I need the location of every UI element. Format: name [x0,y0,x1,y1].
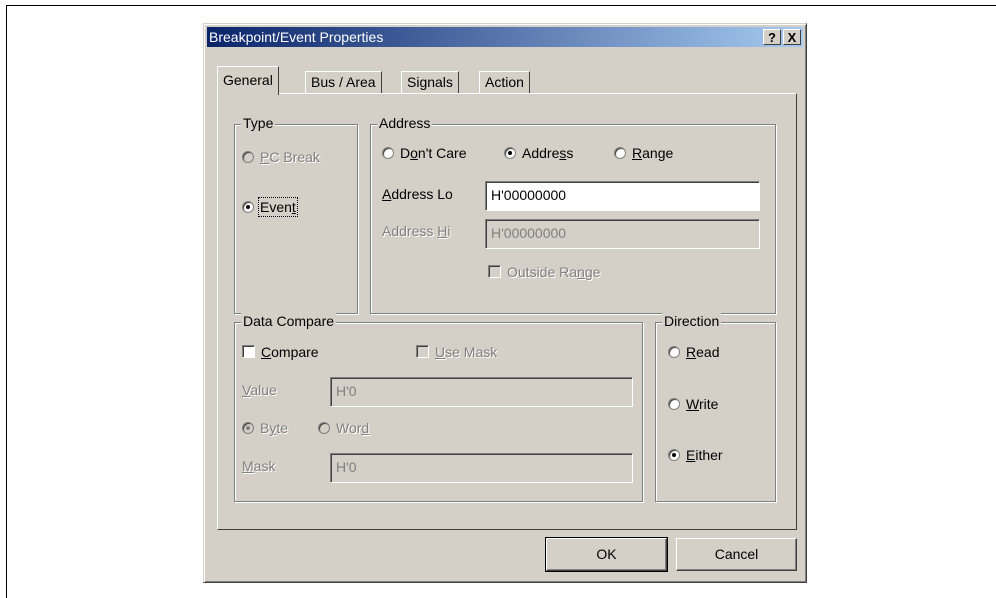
tab-signals-label: Signals [407,74,453,90]
outside-range-checkbox[interactable] [488,265,501,278]
address-radio-label: Address [522,145,574,161]
cancel-button[interactable]: Cancel [676,538,797,571]
range-radio[interactable] [614,147,626,159]
use-mask-label: Use Mask [435,344,498,360]
ok-button[interactable]: OK [545,537,668,572]
tab-action[interactable]: Action [479,71,530,93]
address-lo-input[interactable]: H'00000000 [485,181,760,211]
mask-input[interactable]: H'0 [330,453,633,483]
value-input[interactable]: H'0 [330,377,633,407]
page-frame-top [6,5,996,6]
close-button[interactable]: X [783,29,801,45]
dialog-title: Breakpoint/Event Properties [209,29,384,45]
read-radio[interactable] [668,346,680,358]
use-mask-checkbox[interactable] [416,345,429,358]
page-frame-left [6,5,7,598]
outside-range-label: Outside Range [507,264,601,280]
event-label: Event [258,197,298,217]
address-radio[interactable] [504,147,516,159]
pc-break-label: PC Break [260,149,320,165]
help-button[interactable]: ? [763,29,781,45]
address-hi-label: Address Hi [382,223,451,239]
tab-general-label: General [223,72,273,88]
dont-care-radio[interactable] [382,147,394,159]
dont-care-label: Don't Care [400,145,467,161]
data-compare-legend: Data Compare [241,313,337,329]
tab-bus-area-label: Bus / Area [311,74,376,90]
range-label: Range [632,145,674,161]
address-lo-label: Address Lo [382,186,453,202]
write-radio[interactable] [668,398,680,410]
breakpoint-event-dialog: Breakpoint/Event Properties ? X General … [203,23,807,583]
byte-label: Byte [260,420,289,436]
address-group-legend: Address [377,115,433,131]
word-label: Word [336,420,370,436]
either-label: Either [686,447,723,463]
either-radio[interactable] [668,449,680,461]
tab-action-label: Action [485,74,524,90]
value-label: Value [242,382,277,398]
byte-radio[interactable] [242,422,254,434]
compare-checkbox[interactable] [242,345,255,358]
read-label: Read [686,344,720,360]
direction-legend: Direction [662,313,722,329]
title-bar[interactable]: Breakpoint/Event Properties [207,27,803,47]
mask-label: Mask [242,458,276,474]
write-label: Write [686,396,719,412]
tab-signals[interactable]: Signals [401,71,459,93]
tab-general[interactable]: General [217,66,279,95]
type-group-legend: Type [241,115,276,131]
address-hi-input[interactable]: H'00000000 [485,219,760,249]
word-radio[interactable] [318,422,330,434]
compare-label: Compare [261,344,319,360]
tab-bus-area[interactable]: Bus / Area [305,71,382,93]
pc-break-radio[interactable] [242,151,254,163]
event-radio[interactable] [242,201,254,213]
